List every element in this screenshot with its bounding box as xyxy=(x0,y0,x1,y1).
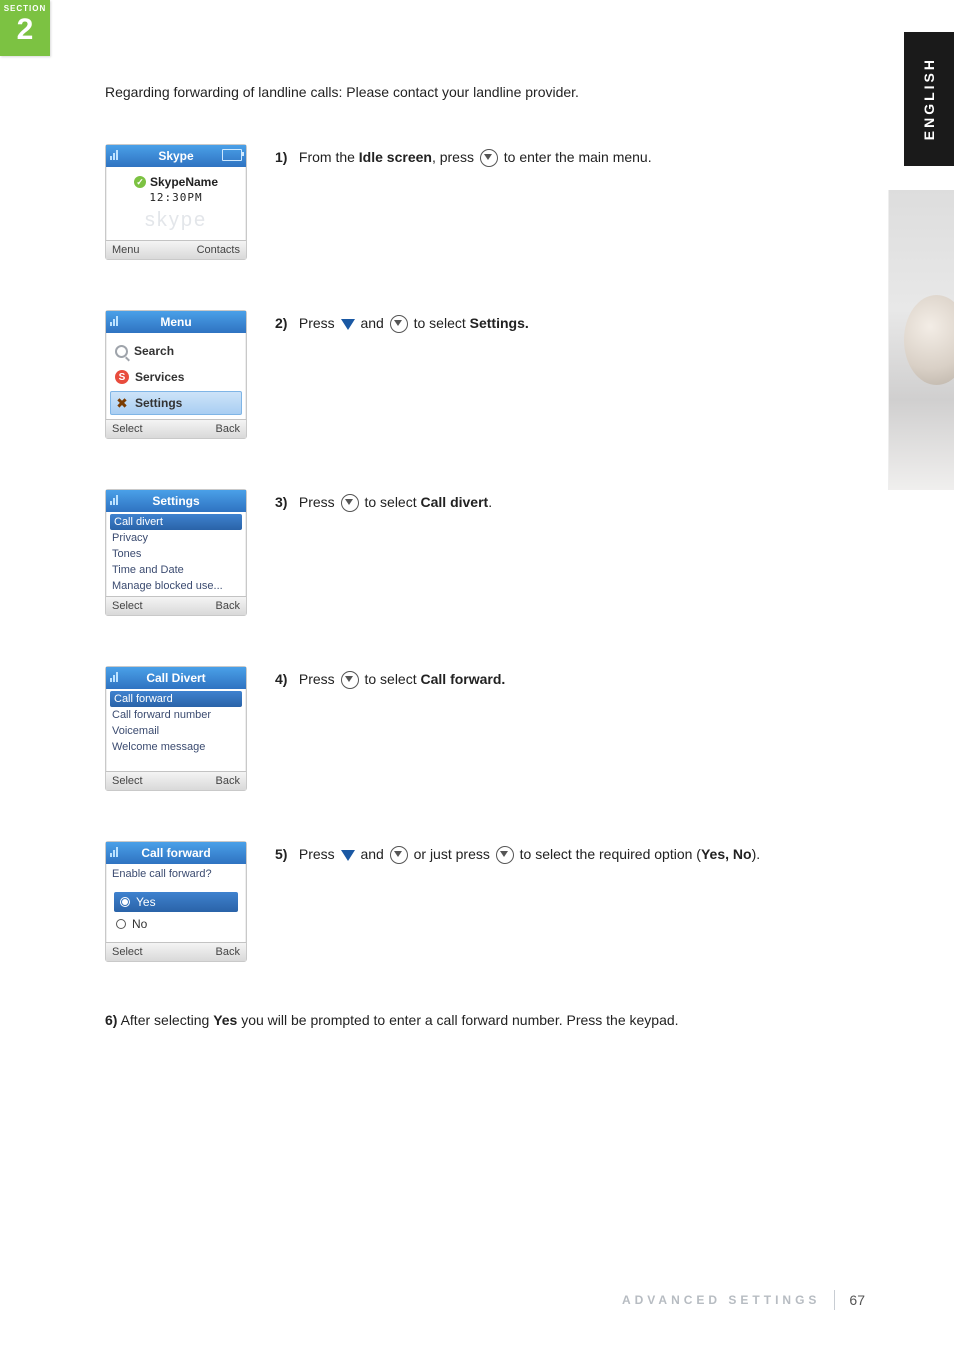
skype-watermark: skype xyxy=(145,209,207,232)
ok-button-icon xyxy=(390,846,408,864)
footer-divider xyxy=(834,1290,835,1310)
menu-item-services[interactable]: S Services xyxy=(110,365,242,389)
step-1: Skype ✓ SkypeName 12:30PM skype Menu Con… xyxy=(105,144,845,260)
ok-button-icon xyxy=(496,846,514,864)
cf-option-yes[interactable]: Yes xyxy=(114,892,238,912)
ok-button-icon xyxy=(480,149,498,167)
screen-menu: Menu Search S Services ✖ Settings Select xyxy=(105,310,247,439)
step-1-text: 1) From the Idle screen, press to enter … xyxy=(275,144,845,168)
nav-down-icon xyxy=(341,850,355,861)
step-5-text: 5) Press and or just press to select the… xyxy=(275,841,845,865)
side-photo xyxy=(888,190,954,490)
page-footer: ADVANCED SETTINGS 67 xyxy=(105,1290,865,1310)
cf-softkey-left[interactable]: Select xyxy=(112,946,143,958)
ok-button-icon xyxy=(341,671,359,689)
settings-icon: ✖ xyxy=(115,396,129,410)
ok-button-icon xyxy=(390,315,408,333)
step-2: Menu Search S Services ✖ Settings Select xyxy=(105,310,845,439)
nav-down-icon xyxy=(341,319,355,330)
step-4: Call Divert Call forward Call forward nu… xyxy=(105,666,845,791)
section-number: 2 xyxy=(0,15,50,45)
screen-call-divert: Call Divert Call forward Call forward nu… xyxy=(105,666,247,791)
call-divert-title: Call Divert xyxy=(146,671,205,685)
services-icon: S xyxy=(115,370,129,384)
step-3-text: 3) Press to select Call divert. xyxy=(275,489,845,513)
menu-softkey-left[interactable]: Select xyxy=(112,423,143,435)
ok-button-icon xyxy=(341,494,359,512)
step-5: Call forward Enable call forward? Yes No… xyxy=(105,841,845,962)
idle-title: Skype xyxy=(158,149,193,163)
settings-softkey-left[interactable]: Select xyxy=(112,600,143,612)
radio-icon xyxy=(116,919,126,929)
page-content: Regarding forwarding of landline calls: … xyxy=(105,84,845,1028)
idle-softkey-right[interactable]: Contacts xyxy=(197,244,240,256)
settings-blocked[interactable]: Manage blocked use... xyxy=(110,578,242,594)
signal-icon xyxy=(110,493,118,505)
step-2-text: 2) Press and to select Settings. xyxy=(275,310,845,334)
settings-tones[interactable]: Tones xyxy=(110,546,242,562)
idle-softkey-left[interactable]: Menu xyxy=(112,244,140,256)
page-number: 67 xyxy=(849,1292,865,1308)
signal-icon xyxy=(110,670,118,682)
battery-icon xyxy=(222,149,242,161)
language-label: ENGLISH xyxy=(921,57,937,140)
step-6: 6) After selecting Yes you will be promp… xyxy=(105,1012,845,1028)
idle-titlebar: Skype xyxy=(106,145,246,167)
settings-time-date[interactable]: Time and Date xyxy=(110,562,242,578)
cf-prompt: Enable call forward? xyxy=(110,866,242,882)
radio-icon xyxy=(120,897,130,907)
intro-text: Regarding forwarding of landline calls: … xyxy=(105,84,845,100)
status-tick-icon: ✓ xyxy=(134,176,146,188)
menu-item-search[interactable]: Search xyxy=(110,339,242,363)
screen-call-forward: Call forward Enable call forward? Yes No… xyxy=(105,841,247,962)
section-label: SECTION xyxy=(0,0,50,13)
menu-softkey-right[interactable]: Back xyxy=(216,423,240,435)
cf-option-no[interactable]: No xyxy=(110,914,242,934)
idle-skypename: SkypeName xyxy=(150,175,218,189)
idle-time: 12:30PM xyxy=(106,191,246,204)
footer-category: ADVANCED SETTINGS xyxy=(622,1293,820,1307)
cd-softkey-right[interactable]: Back xyxy=(216,775,240,787)
step-3: Settings Call divert Privacy Tones Time … xyxy=(105,489,845,616)
cd-call-forward[interactable]: Call forward xyxy=(110,691,242,707)
signal-icon xyxy=(110,845,118,857)
menu-item-settings[interactable]: ✖ Settings xyxy=(110,391,242,415)
search-icon xyxy=(115,345,128,358)
settings-call-divert[interactable]: Call divert xyxy=(110,514,242,530)
signal-icon xyxy=(110,148,118,160)
settings-softkey-right[interactable]: Back xyxy=(216,600,240,612)
language-tab: ENGLISH xyxy=(904,32,954,166)
cd-softkey-left[interactable]: Select xyxy=(112,775,143,787)
menu-title: Menu xyxy=(160,315,191,329)
signal-icon xyxy=(110,314,118,326)
call-forward-title: Call forward xyxy=(141,846,210,860)
settings-title: Settings xyxy=(152,494,199,508)
cd-voicemail[interactable]: Voicemail xyxy=(110,723,242,739)
screen-settings: Settings Call divert Privacy Tones Time … xyxy=(105,489,247,616)
section-badge: SECTION 2 xyxy=(0,0,50,56)
cf-softkey-right[interactable]: Back xyxy=(216,946,240,958)
cd-welcome-message[interactable]: Welcome message xyxy=(110,739,242,755)
step-4-text: 4) Press to select Call forward. xyxy=(275,666,845,690)
cd-call-forward-number[interactable]: Call forward number xyxy=(110,707,242,723)
settings-privacy[interactable]: Privacy xyxy=(110,530,242,546)
screen-idle: Skype ✓ SkypeName 12:30PM skype Menu Con… xyxy=(105,144,247,260)
